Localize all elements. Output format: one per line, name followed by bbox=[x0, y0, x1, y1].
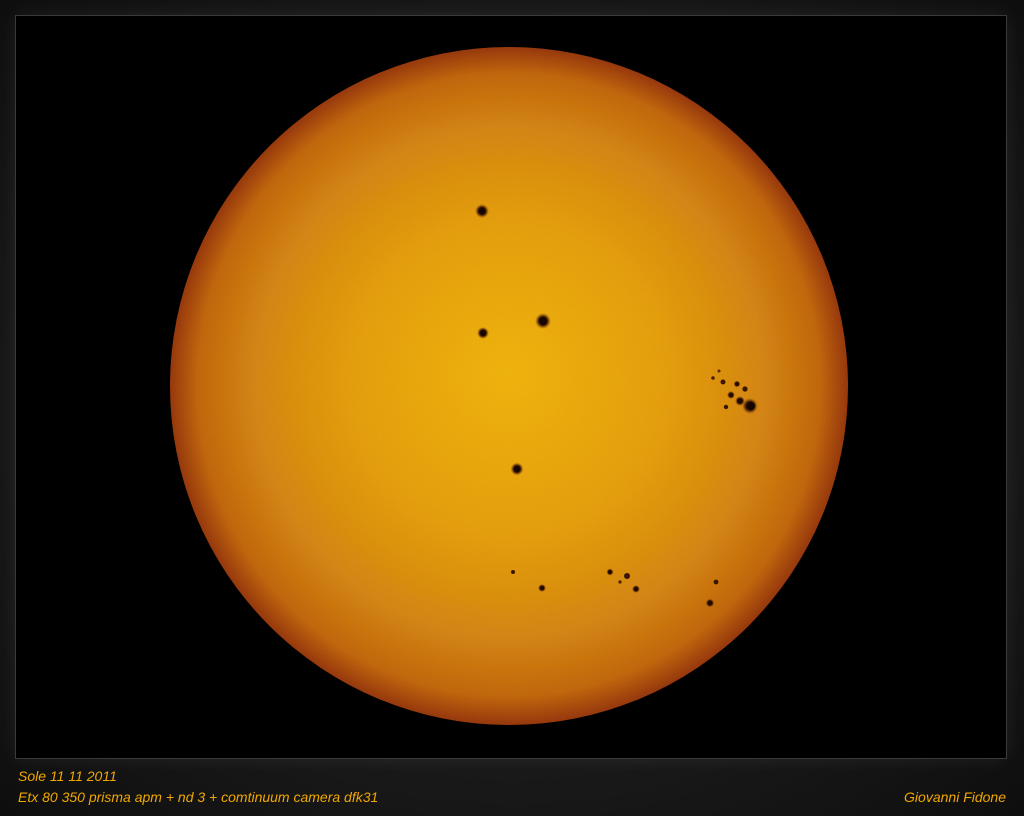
sunspot bbox=[535, 313, 551, 329]
sunspot bbox=[510, 462, 524, 476]
sunspot bbox=[511, 570, 515, 574]
caption-title: Sole 11 11 2011 bbox=[18, 768, 117, 784]
sun-photograph bbox=[170, 47, 848, 725]
caption-author: Giovanni Fidone bbox=[904, 789, 1006, 805]
sunspot bbox=[475, 204, 489, 218]
sunspot bbox=[538, 584, 546, 592]
photo-frame bbox=[16, 16, 1006, 758]
caption-equipment: Etx 80 350 prisma apm + nd 3 + comtinuum… bbox=[18, 789, 379, 805]
sun-disk bbox=[170, 47, 848, 725]
sunspot bbox=[477, 327, 489, 339]
photo-canvas: Sole 11 11 2011 Etx 80 350 prisma apm + … bbox=[0, 0, 1024, 816]
